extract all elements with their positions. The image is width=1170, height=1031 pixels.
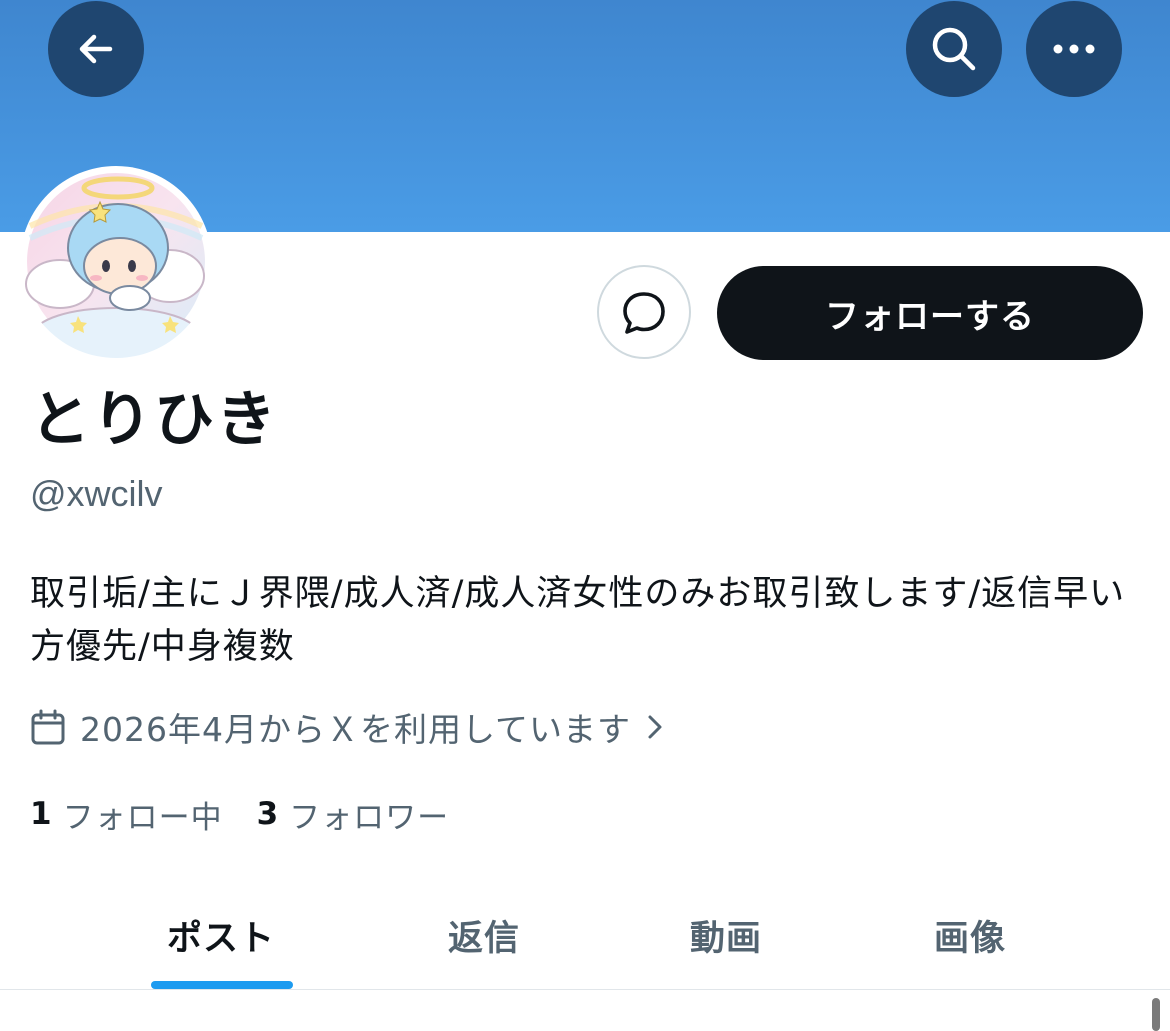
scrollbar[interactable] bbox=[1152, 998, 1160, 1031]
followers-label: フォロワー bbox=[289, 799, 450, 836]
angel-character-avatar bbox=[25, 173, 205, 358]
active-tab-indicator bbox=[151, 981, 293, 989]
avatar[interactable] bbox=[20, 166, 212, 358]
joined-date-link[interactable]: 2026年4月からＸを利用しています bbox=[30, 703, 665, 751]
tab-videos[interactable]: 動画 bbox=[604, 880, 848, 990]
search-icon bbox=[932, 27, 976, 71]
follow-button[interactable]: フォローする bbox=[717, 266, 1143, 360]
arrow-left-icon bbox=[79, 34, 113, 64]
more-horizontal-icon bbox=[1053, 44, 1095, 54]
tab-replies[interactable]: 返信 bbox=[362, 880, 606, 990]
display-name: とりひき bbox=[30, 385, 278, 455]
user-handle: @xwcilv bbox=[30, 473, 163, 514]
following-count: 1 bbox=[30, 796, 53, 832]
calendar-icon bbox=[30, 708, 66, 746]
following-label: フォロー中 bbox=[62, 799, 223, 836]
followers-link[interactable]: 3 フォロワー bbox=[257, 792, 450, 837]
more-button[interactable] bbox=[1026, 1, 1122, 97]
tab-images[interactable]: 画像 bbox=[848, 880, 1092, 990]
back-button[interactable] bbox=[48, 1, 144, 97]
tabs-divider bbox=[0, 989, 1170, 990]
tab-posts[interactable]: ポスト bbox=[98, 880, 344, 990]
joined-date-text: 2026年4月からＸを利用しています bbox=[80, 710, 631, 749]
message-button[interactable] bbox=[597, 265, 691, 359]
chevron-right-icon bbox=[645, 711, 665, 743]
profile-tabs: ポスト 返信 動画 画像 bbox=[0, 880, 1170, 990]
search-button[interactable] bbox=[906, 1, 1002, 97]
following-link[interactable]: 1 フォロー中 bbox=[30, 792, 223, 837]
follow-stats: 1 フォロー中 3 フォロワー bbox=[30, 790, 449, 838]
profile-bio: 取引垢/主にＪ界隈/成人済/成人済女性のみお取引致します/返信早い方優先/中身複… bbox=[30, 574, 1126, 667]
message-bubble-icon bbox=[623, 292, 665, 334]
followers-count: 3 bbox=[256, 796, 280, 832]
